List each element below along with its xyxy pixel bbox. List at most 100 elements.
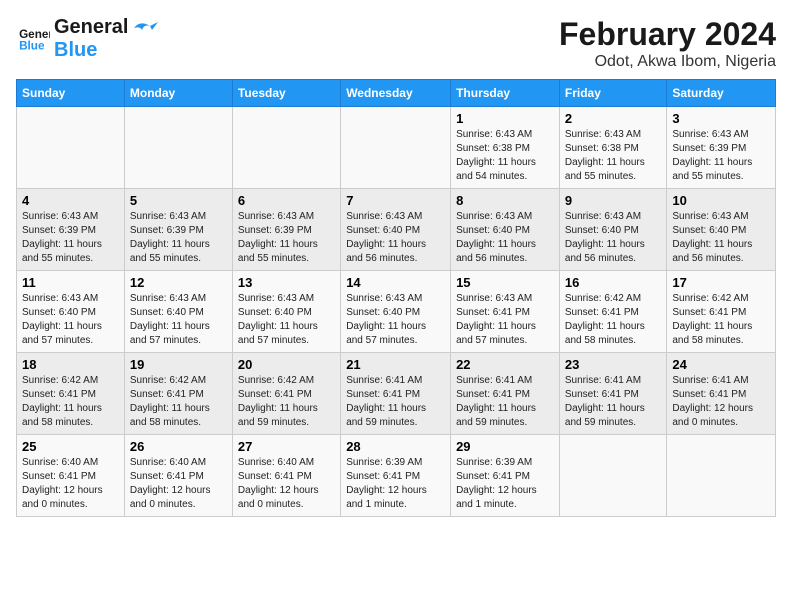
day-info: Sunrise: 6:43 AMSunset: 6:40 PMDaylight:… [456,210,554,266]
day-number: 15 [456,275,554,290]
day-info: Sunrise: 6:42 AMSunset: 6:41 PMDaylight:… [565,292,661,348]
calendar-cell: 1 Sunrise: 6:43 AMSunset: 6:38 PMDaylight… [451,107,560,189]
calendar-week-row: 4Sunrise: 6:43 AMSunset: 6:39 PMDaylight… [17,189,776,271]
day-info: Sunrise: 6:41 AMSunset: 6:41 PMDaylight:… [565,374,661,430]
day-number: 12 [130,275,227,290]
day-info: Sunrise: 6:39 AMSunset: 6:41 PMDaylight:… [346,456,445,512]
day-info: Sunrise: 6:42 AMSunset: 6:41 PMDaylight:… [22,374,119,430]
calendar-table: SundayMondayTuesdayWednesdayThursdayFrid… [16,79,776,517]
day-number: 29 [456,439,554,454]
calendar-cell: 26 Sunrise: 6:40 AMSunset: 6:41 PMDayligh… [124,435,232,517]
day-info: Sunrise: 6:40 AMSunset: 6:41 PMDaylight:… [130,456,227,512]
day-info: Sunrise: 6:42 AMSunset: 6:41 PMDaylight:… [238,374,335,430]
col-header-sunday: Sunday [17,80,125,107]
calendar-cell: 21Sunrise: 6:41 AMSunset: 6:41 PMDayligh… [341,353,451,435]
calendar-cell: 5Sunrise: 6:43 AMSunset: 6:39 PMDaylight… [124,189,232,271]
calendar-cell: 24 Sunrise: 6:41 AMSunset: 6:41 PMDayligh… [667,353,776,435]
calendar-week-row: 18 Sunrise: 6:42 AMSunset: 6:41 PMDayligh… [17,353,776,435]
day-info: Sunrise: 6:43 AMSunset: 6:38 PMDaylight:… [565,128,661,184]
calendar-header-row: SundayMondayTuesdayWednesdayThursdayFrid… [17,80,776,107]
day-number: 19 [130,357,227,372]
calendar-cell: 20 Sunrise: 6:42 AMSunset: 6:41 PMDayligh… [232,353,340,435]
day-info: Sunrise: 6:43 AMSunset: 6:40 PMDaylight:… [22,292,119,348]
day-number: 11 [22,275,119,290]
calendar-cell: 29Sunrise: 6:39 AMSunset: 6:41 PMDayligh… [451,435,560,517]
calendar-week-row: 11 Sunrise: 6:43 AMSunset: 6:40 PMDayligh… [17,271,776,353]
day-number: 24 [672,357,770,372]
calendar-cell: 4Sunrise: 6:43 AMSunset: 6:39 PMDaylight… [17,189,125,271]
calendar-cell: 28 Sunrise: 6:39 AMSunset: 6:41 PMDayligh… [341,435,451,517]
day-number: 23 [565,357,661,372]
day-number: 6 [238,193,335,208]
col-header-thursday: Thursday [451,80,560,107]
day-number: 18 [22,357,119,372]
day-info: Sunrise: 6:40 AMSunset: 6:41 PMDaylight:… [22,456,119,512]
day-number: 27 [238,439,335,454]
calendar-cell: 9 Sunrise: 6:43 AMSunset: 6:40 PMDaylight… [559,189,666,271]
day-info: Sunrise: 6:43 AMSunset: 6:38 PMDaylight:… [456,128,554,184]
col-header-friday: Friday [559,80,666,107]
day-number: 25 [22,439,119,454]
col-header-saturday: Saturday [667,80,776,107]
day-info: Sunrise: 6:43 AMSunset: 6:40 PMDaylight:… [672,210,770,266]
col-header-monday: Monday [124,80,232,107]
logo-icon: General Blue [18,23,50,55]
day-info: Sunrise: 6:43 AMSunset: 6:40 PMDaylight:… [346,292,445,348]
calendar-cell: 3 Sunrise: 6:43 AMSunset: 6:39 PMDaylight… [667,107,776,189]
day-number: 16 [565,275,661,290]
svg-text:Blue: Blue [19,40,45,53]
page-title: February 2024 [559,16,776,53]
day-info: Sunrise: 6:43 AMSunset: 6:39 PMDaylight:… [672,128,770,184]
day-info: Sunrise: 6:40 AMSunset: 6:41 PMDaylight:… [238,456,335,512]
page-subtitle: Odot, Akwa Ibom, Nigeria [559,53,776,71]
calendar-cell: 22 Sunrise: 6:41 AMSunset: 6:41 PMDayligh… [451,353,560,435]
logo-bird-icon [130,18,158,38]
calendar-cell: 23 Sunrise: 6:41 AMSunset: 6:41 PMDayligh… [559,353,666,435]
calendar-cell: 2 Sunrise: 6:43 AMSunset: 6:38 PMDaylight… [559,107,666,189]
day-number: 21 [346,357,445,372]
calendar-cell: 11 Sunrise: 6:43 AMSunset: 6:40 PMDayligh… [17,271,125,353]
day-number: 20 [238,357,335,372]
calendar-cell: 15 Sunrise: 6:43 AMSunset: 6:41 PMDayligh… [451,271,560,353]
day-number: 7 [346,193,445,208]
day-number: 8 [456,193,554,208]
header: General Blue General Blue February 2024 … [16,16,776,71]
calendar-cell [559,435,666,517]
day-number: 26 [130,439,227,454]
day-number: 14 [346,275,445,290]
day-number: 9 [565,193,661,208]
day-info: Sunrise: 6:41 AMSunset: 6:41 PMDaylight:… [456,374,554,430]
svg-text:General: General [19,28,50,41]
calendar-cell: 18 Sunrise: 6:42 AMSunset: 6:41 PMDayligh… [17,353,125,435]
day-info: Sunrise: 6:41 AMSunset: 6:41 PMDaylight:… [672,374,770,430]
calendar-cell: 19 Sunrise: 6:42 AMSunset: 6:41 PMDayligh… [124,353,232,435]
day-number: 1 [456,111,554,126]
day-number: 5 [130,193,227,208]
calendar-cell: 17Sunrise: 6:42 AMSunset: 6:41 PMDayligh… [667,271,776,353]
calendar-cell [341,107,451,189]
day-info: Sunrise: 6:43 AMSunset: 6:40 PMDaylight:… [238,292,335,348]
calendar-cell [232,107,340,189]
calendar-cell: 6 Sunrise: 6:43 AMSunset: 6:39 PMDaylight… [232,189,340,271]
day-info: Sunrise: 6:43 AMSunset: 6:41 PMDaylight:… [456,292,554,348]
day-number: 2 [565,111,661,126]
logo-line1: General [54,16,128,39]
day-number: 3 [672,111,770,126]
day-number: 17 [672,275,770,290]
calendar-cell [667,435,776,517]
calendar-week-row: 1 Sunrise: 6:43 AMSunset: 6:38 PMDaylight… [17,107,776,189]
day-info: Sunrise: 6:42 AMSunset: 6:41 PMDaylight:… [130,374,227,430]
calendar-cell: 16 Sunrise: 6:42 AMSunset: 6:41 PMDayligh… [559,271,666,353]
calendar-cell: 12Sunrise: 6:43 AMSunset: 6:40 PMDayligh… [124,271,232,353]
day-info: Sunrise: 6:43 AMSunset: 6:39 PMDaylight:… [22,210,119,266]
day-number: 10 [672,193,770,208]
title-area: February 2024 Odot, Akwa Ibom, Nigeria [559,16,776,71]
day-info: Sunrise: 6:43 AMSunset: 6:39 PMDaylight:… [238,210,335,266]
day-info: Sunrise: 6:43 AMSunset: 6:40 PMDaylight:… [565,210,661,266]
day-number: 22 [456,357,554,372]
day-number: 28 [346,439,445,454]
calendar-cell: 7Sunrise: 6:43 AMSunset: 6:40 PMDaylight… [341,189,451,271]
calendar-cell: 13Sunrise: 6:43 AMSunset: 6:40 PMDayligh… [232,271,340,353]
col-header-wednesday: Wednesday [341,80,451,107]
calendar-cell: 25 Sunrise: 6:40 AMSunset: 6:41 PMDayligh… [17,435,125,517]
